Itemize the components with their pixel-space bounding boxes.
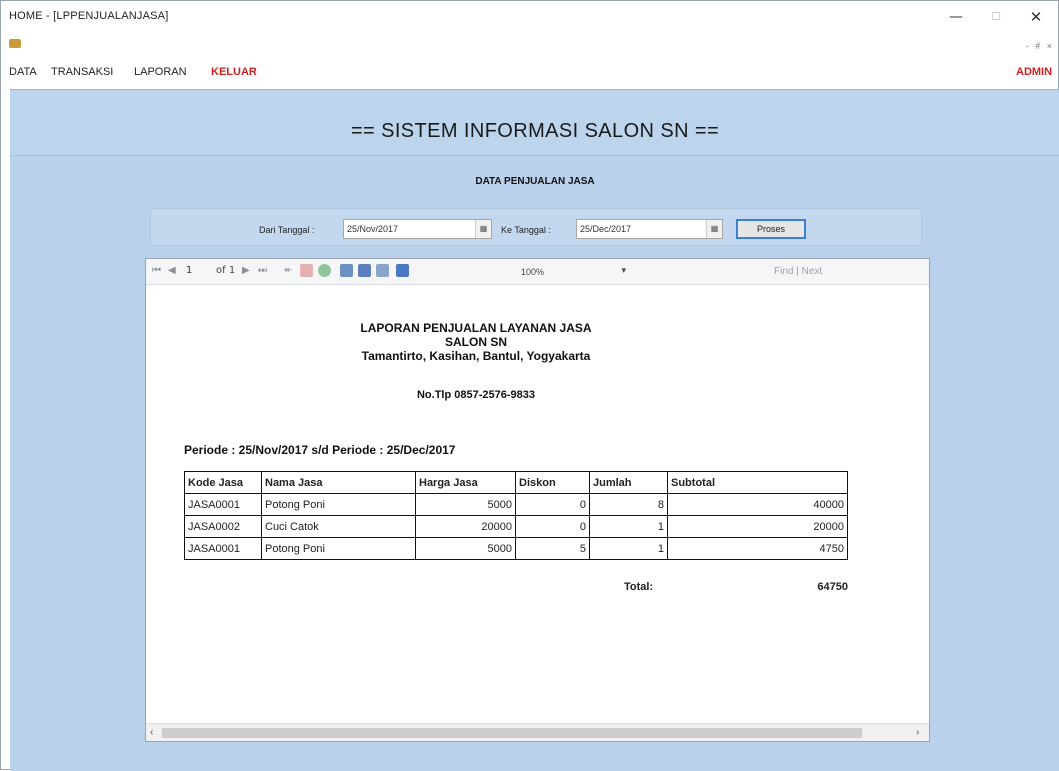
mdi-window-controls[interactable]: - # × [1026,41,1054,51]
maximize-icon[interactable]: ☐ [976,5,1016,29]
menu-laporan[interactable]: LAPORAN [134,66,187,78]
col-jumlah: Jumlah [589,471,668,494]
find-link[interactable]: Find | Next [774,266,822,277]
table-row: JASA0001 Potong Poni 5000 0 8 40000 [184,493,848,516]
zoom-dropdown[interactable]: 100% ▾ [518,263,630,281]
cell-jumlah: 1 [589,515,668,538]
report-page: LAPORAN PENJUALAN LAYANAN JASA SALON SN … [146,285,929,723]
report-phone: No.Tlp 0857-2576-9833 [416,389,535,401]
cell-kode: JASA0001 [184,537,262,560]
current-page-input[interactable]: 1 [186,265,192,276]
col-subtotal: Subtotal [667,471,848,494]
mdi-client-area: == SISTEM INFORMASI SALON SN == DATA PEN… [10,89,1059,771]
cell-jumlah: 1 [589,537,668,560]
cell-harga: 20000 [415,515,516,538]
page-subtitle: DATA PENJUALAN JASA [475,176,595,187]
window-title: HOME - [LPPENJUALANJASA] [9,10,169,22]
cell-harga: 5000 [415,493,516,516]
menu-bar: DATA TRANSAKSI LAPORAN KELUAR ADMIN [1,58,1058,88]
find-label[interactable]: Find [774,266,793,277]
cell-kode: JASA0002 [184,515,262,538]
cell-diskon: 0 [515,493,590,516]
col-nama-jasa: Nama Jasa [261,471,416,494]
report-table: Kode Jasa Nama Jasa Harga Jasa Diskon Ju… [184,471,848,560]
proses-button[interactable]: Proses [736,219,806,239]
table-row: JASA0001 Potong Poni 5000 5 1 4750 [184,537,848,560]
calendar-dropdown-icon[interactable]: ▦ [475,220,491,238]
cell-kode: JASA0001 [184,493,262,516]
back-icon[interactable]: ↞ [284,265,292,276]
to-date-value: 25/Dec/2017 [580,224,632,234]
cell-subtotal: 20000 [667,515,848,538]
menu-keluar[interactable]: KELUAR [211,66,257,78]
report-title: LAPORAN PENJUALAN LAYANAN JASA [360,321,592,335]
scroll-right-icon[interactable]: › [916,727,919,738]
to-date-label: Ke Tanggal : [501,225,551,235]
cell-diskon: 0 [515,515,590,538]
report-company: SALON SN [444,335,507,349]
from-date-picker[interactable]: 25/Nov/2017 ▦ [343,219,492,239]
report-heading: LAPORAN PENJUALAN LAYANAN JASA SALON SN … [316,321,636,363]
col-harga-jasa: Harga Jasa [415,471,516,494]
page-setup-icon[interactable] [376,264,389,277]
cell-harga: 5000 [415,537,516,560]
cell-subtotal: 4750 [667,537,848,560]
menu-data[interactable]: DATA [9,66,37,78]
to-date-picker[interactable]: 25/Dec/2017 ▦ [576,219,723,239]
cell-nama: Potong Poni [261,537,416,560]
col-kode-jasa: Kode Jasa [184,471,262,494]
report-viewer: ⏮ ◀ 1 of 1 ▶ ⏭ ↞ 100% ▾ Find | Next LAPO… [145,258,930,742]
calendar-dropdown-icon[interactable]: ▦ [706,220,722,238]
total-label: Total: [624,581,654,593]
scroll-left-icon[interactable]: ‹ [150,727,153,738]
cell-nama: Potong Poni [261,493,416,516]
total-value: 64750 [817,581,848,593]
layout-icon[interactable] [358,264,371,277]
report-address: Tamantirto, Kasihan, Bantul, Yogyakarta [361,349,591,363]
table-row: JASA0002 Cuci Catok 20000 0 1 20000 [184,515,848,538]
table-header-row: Kode Jasa Nama Jasa Harga Jasa Diskon Ju… [184,471,848,494]
header-band: == SISTEM INFORMASI SALON SN == [10,90,1059,156]
from-date-value: 25/Nov/2017 [347,224,399,234]
app-window: HOME - [LPPENJUALANJASA] — ☐ ✕ - # × DAT… [0,0,1059,771]
report-toolbar: ⏮ ◀ 1 of 1 ▶ ⏭ ↞ 100% ▾ Find | Next [146,259,929,285]
app-icon [9,39,21,48]
cell-jumlah: 8 [589,493,668,516]
stop-icon[interactable] [300,264,313,277]
refresh-icon[interactable] [318,264,331,277]
close-icon[interactable]: ✕ [1016,5,1056,29]
filter-panel: Dari Tanggal : 25/Nov/2017 ▦ Ke Tanggal … [150,208,922,246]
cell-subtotal: 40000 [667,493,848,516]
chevron-down-icon[interactable]: ▾ [621,265,626,276]
menu-user-admin[interactable]: ADMIN [1016,66,1052,78]
menu-transaksi[interactable]: TRANSAKSI [51,66,113,78]
page-title: == SISTEM INFORMASI SALON SN == [350,120,720,142]
page-count: of 1 [216,265,236,276]
last-page-icon[interactable]: ⏭ [258,265,267,276]
from-date-label: Dari Tanggal : [259,225,315,235]
cell-nama: Cuci Catok [261,515,416,538]
scrollbar-thumb[interactable] [162,728,862,738]
toolbar-separator: | [796,266,799,277]
minimize-icon[interactable]: — [936,5,976,29]
zoom-value: 100% [521,267,545,277]
print-icon[interactable] [340,264,353,277]
cell-diskon: 5 [515,537,590,560]
col-diskon: Diskon [515,471,590,494]
first-page-icon[interactable]: ⏮ [152,265,161,276]
title-bar: HOME - [LPPENJUALANJASA] — ☐ ✕ [1,1,1058,33]
report-periode: Periode : 25/Nov/2017 s/d Periode : 25/D… [184,443,456,457]
horizontal-scrollbar[interactable]: ‹ › [146,723,929,741]
find-next-label[interactable]: Next [802,266,823,277]
next-page-icon[interactable]: ▶ [242,265,250,276]
export-icon[interactable] [396,264,409,277]
prev-page-icon[interactable]: ◀ [168,265,176,276]
